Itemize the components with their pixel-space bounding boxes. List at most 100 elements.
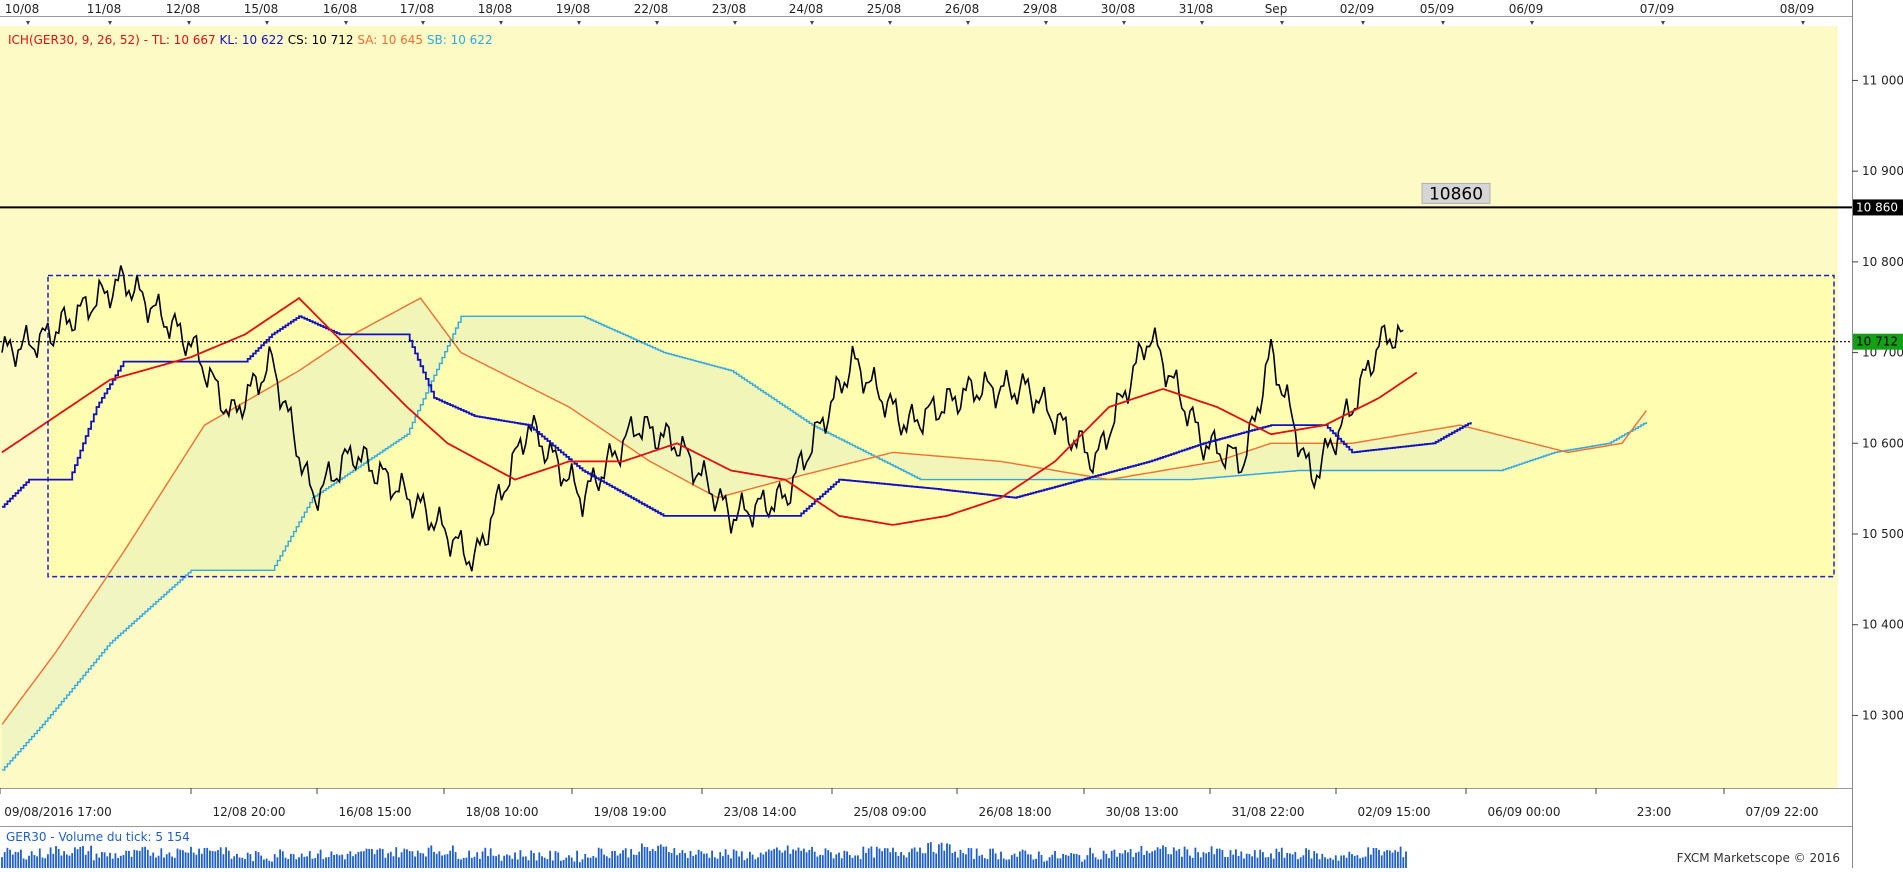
- volume-bar: [268, 860, 271, 868]
- volume-bar: [697, 849, 700, 868]
- volume-bar: [1251, 856, 1253, 868]
- volume-bar: [222, 854, 225, 868]
- volume-bar: [187, 852, 190, 868]
- volume-bar: [6, 847, 9, 868]
- volume-bar: [430, 845, 433, 868]
- volume-bar: [38, 848, 41, 868]
- date-marker: [187, 21, 191, 25]
- top-date-label: 19/08: [556, 2, 591, 16]
- volume-bar: [198, 848, 200, 868]
- volume-bar: [554, 851, 557, 868]
- volume-bar: [1356, 855, 1359, 868]
- volume-bar: [587, 857, 589, 868]
- top-date-label: 15/08: [244, 2, 279, 16]
- volume-bar: [581, 859, 584, 868]
- volume-bar: [1286, 852, 1289, 868]
- date-marker: [265, 21, 269, 25]
- volume-bar: [549, 850, 551, 868]
- volume-bar: [233, 856, 236, 868]
- volume-bar: [578, 862, 581, 868]
- volume-bar: [1237, 855, 1240, 868]
- volume-bar: [527, 860, 530, 868]
- volume-bar: [1194, 847, 1197, 868]
- volume-bar: [1178, 848, 1181, 868]
- volume-bar: [776, 847, 778, 868]
- volume-bar: [678, 852, 681, 868]
- volume-bar: [681, 850, 684, 868]
- volume-bar: [1027, 854, 1029, 868]
- date-marker: [499, 21, 503, 25]
- volume-bar: [1154, 850, 1156, 868]
- time-label: 09/08/2016 17:00: [4, 805, 112, 819]
- volume-bar: [562, 859, 565, 868]
- volume-bar: [848, 855, 851, 868]
- volume-bar: [919, 847, 921, 868]
- volume-bar: [859, 859, 862, 868]
- volume-bar: [400, 852, 403, 868]
- volume-bar: [1013, 853, 1016, 868]
- time-label: 23:00: [1637, 805, 1672, 819]
- chart-canvas: 10/08 11/08 12/08 15/08 16/08 17/08 18/08 19/08…: [0, 0, 1903, 868]
- volume-bar: [911, 848, 913, 868]
- volume-bar: [878, 848, 881, 868]
- volume-bar: [956, 857, 959, 868]
- volume-bar: [524, 856, 527, 868]
- volume-bar: [649, 850, 651, 868]
- volume-bar: [1405, 851, 1407, 868]
- volume-bar: [317, 853, 319, 868]
- watermark: FXCM Marketscope © 2016: [1677, 851, 1840, 865]
- volume-bar: [1059, 858, 1062, 868]
- volume-bar: [1243, 858, 1245, 868]
- volume-bar: [1127, 852, 1129, 868]
- volume-bar: [900, 852, 902, 868]
- volume-bar: [614, 850, 616, 868]
- volume-bar: [87, 851, 90, 868]
- volume-bar: [862, 846, 865, 868]
- volume-bar: [1221, 849, 1224, 868]
- volume-bar: [1324, 857, 1326, 868]
- volume-bar: [1275, 848, 1278, 868]
- volume-bar: [635, 854, 638, 868]
- volume-bar: [884, 848, 886, 868]
- volume-bar: [1110, 850, 1113, 868]
- volume-bar: [503, 855, 506, 868]
- volume-bar: [79, 846, 82, 868]
- volume-bar: [1067, 855, 1070, 868]
- volume-bar: [778, 850, 781, 868]
- volume-bar: [1353, 855, 1356, 868]
- volume-bar: [160, 848, 163, 868]
- volume-bar: [535, 860, 538, 868]
- volume-bar: [1326, 858, 1329, 868]
- date-marker: [1044, 21, 1048, 25]
- volume-bar: [689, 850, 692, 868]
- top-date-label: 26/08: [945, 2, 980, 16]
- top-date-label: 31/08: [1179, 2, 1214, 16]
- volume-bar: [1167, 854, 1170, 868]
- volume-bar: [584, 854, 587, 868]
- volume-bar: [994, 853, 997, 868]
- volume-bar: [122, 854, 125, 868]
- volume-bar: [1210, 846, 1213, 868]
- legend-item: ICH(GER30, 9, 26, 52) - TL: 10 667: [8, 33, 216, 47]
- volume-bar: [90, 845, 92, 868]
- date-marker: [1801, 21, 1805, 25]
- volume-bar: [619, 853, 622, 868]
- volume-bar: [1386, 850, 1388, 868]
- volume-bar: [746, 858, 749, 868]
- volume-bar: [600, 848, 603, 868]
- volume-bar: [997, 859, 1000, 868]
- top-date-label: 08/09: [1780, 2, 1815, 16]
- volume-bar: [595, 857, 597, 868]
- volume-bar: [3, 852, 6, 868]
- volume-bar: [300, 853, 303, 868]
- volume-bar: [449, 850, 452, 868]
- volume-bar: [695, 854, 697, 868]
- volume-bar: [946, 843, 948, 868]
- volume-bar: [978, 855, 981, 868]
- volume-bar: [470, 857, 473, 868]
- volume-bar: [1024, 850, 1027, 868]
- level-label-box[interactable]: 10860: [1421, 182, 1491, 204]
- volume-bar: [533, 853, 535, 868]
- volume-bar: [373, 854, 376, 868]
- volume-bar: [932, 851, 935, 868]
